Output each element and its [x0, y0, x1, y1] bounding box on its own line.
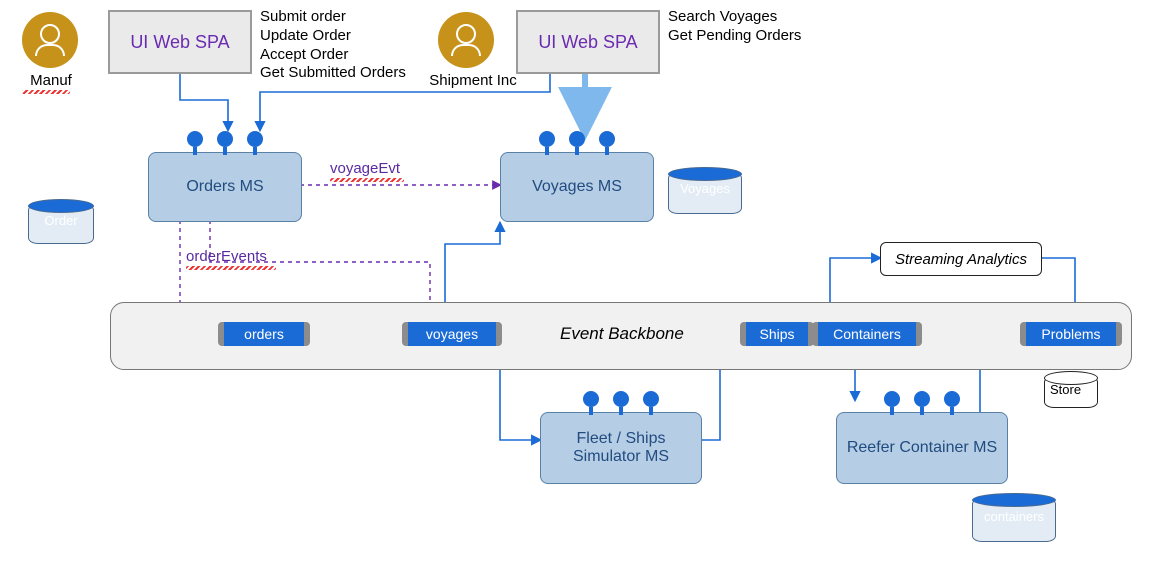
- manuf-actions-text: Submit order Update Order Accept Order G…: [260, 8, 406, 83]
- voyages-db-label: Voyages: [669, 181, 741, 196]
- topic-voyages: voyages: [402, 322, 502, 346]
- containers-db-label: containers: [973, 509, 1055, 524]
- fleet-ms-label: Fleet / Ships Simulator MS: [541, 430, 701, 466]
- actor-shipment-label: Shipment Inc: [418, 72, 528, 89]
- streaming-analytics-box: Streaming Analytics: [880, 242, 1042, 276]
- spellcheck-squiggle: [330, 178, 404, 182]
- fleet-ms-box: Fleet / Ships Simulator MS: [540, 412, 702, 484]
- orders-ms-box: Orders MS: [148, 152, 302, 222]
- orders-ms-label: Orders MS: [186, 178, 263, 196]
- containers-db: containers: [972, 498, 1056, 542]
- topic-containers: Containers: [812, 322, 922, 346]
- topic-orders: orders: [218, 322, 310, 346]
- topic-ships: Ships: [740, 322, 814, 346]
- shipment-actions-text: Search Voyages Get Pending Orders: [668, 8, 801, 46]
- voyage-evt-label: voyageEvt: [330, 160, 400, 177]
- spellcheck-squiggle: [22, 90, 70, 94]
- order-db: Order: [28, 204, 94, 244]
- actor-shipment-icon: [438, 12, 494, 68]
- ui-web-spa-manuf: UI Web SPA: [108, 10, 252, 74]
- reefer-ms-box: Reefer Container MS: [836, 412, 1008, 484]
- spellcheck-squiggle: [186, 266, 276, 270]
- actor-manuf-icon: [22, 12, 78, 68]
- actor-manuf-label: Manuf: [16, 72, 86, 89]
- order-db-label: Order: [29, 213, 93, 228]
- voyages-db: Voyages: [668, 172, 742, 214]
- event-backbone-label: Event Backbone: [560, 324, 684, 344]
- ui-web-spa-shipment: UI Web SPA: [516, 10, 660, 74]
- reefer-ms-label: Reefer Container MS: [847, 439, 997, 457]
- voyages-ms-label: Voyages MS: [532, 178, 622, 196]
- voyages-ms-box: Voyages MS: [500, 152, 654, 222]
- store-label: Store: [1050, 382, 1081, 397]
- order-events-label: orderEvents: [186, 248, 267, 265]
- topic-problems: Problems: [1020, 322, 1122, 346]
